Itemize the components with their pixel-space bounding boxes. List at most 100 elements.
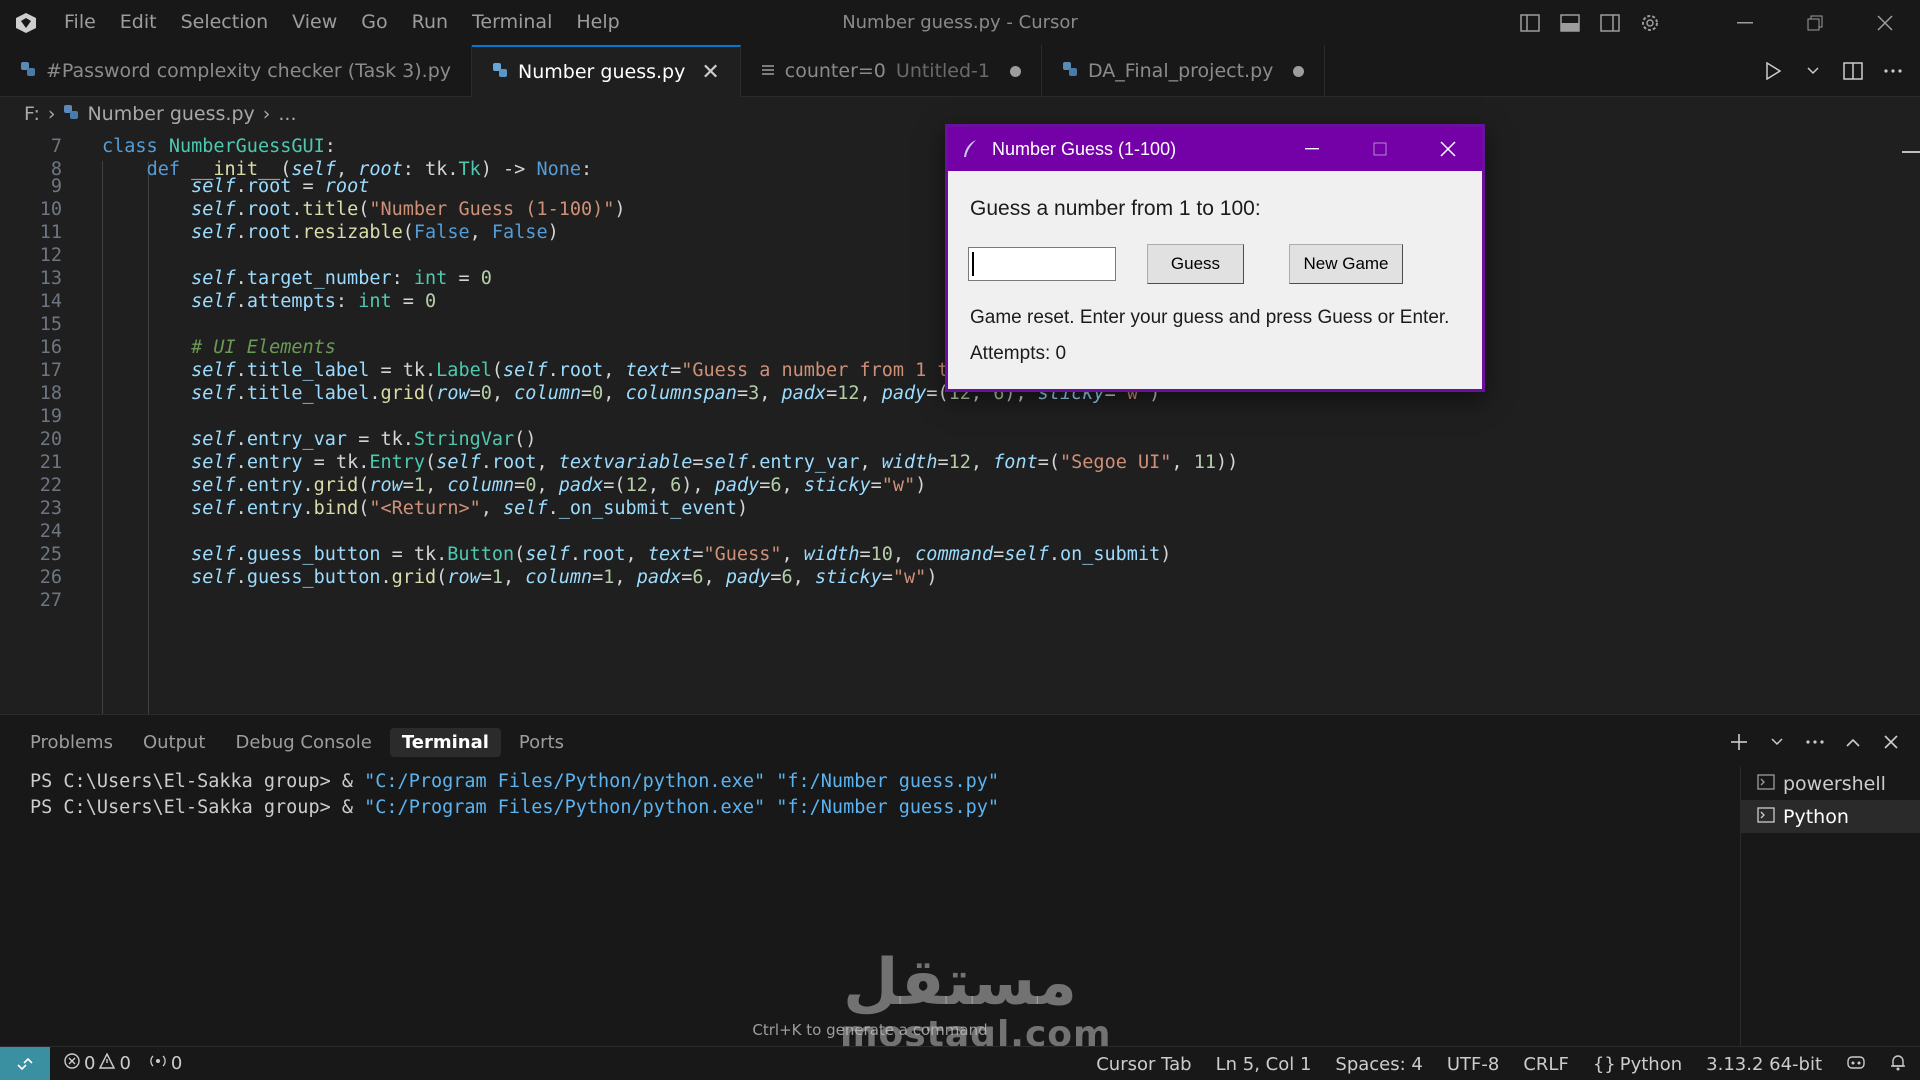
watermark-arabic: مستقل [842,946,1078,1020]
terminal-output[interactable]: PS C:\Users\El-Sakka group> & "C:/Progra… [30,769,1730,821]
toggle-secondary-sidebar-icon[interactable] [1590,0,1630,45]
close-tab-icon[interactable]: ✕ [701,60,719,85]
terminal-line: PS C:\Users\El-Sakka group> & "C:/Progra… [30,771,1000,792]
menu-terminal[interactable]: Terminal [460,0,564,45]
python-icon [492,61,508,83]
number-guess-title: Number Guess (1-100) [992,138,1177,159]
terminal-line: PS C:\Users\El-Sakka group> & "C:/Progra… [30,797,1000,818]
python-icon [1062,60,1078,82]
breadcrumb-drive[interactable]: F: [24,103,40,125]
notifications-bell-icon[interactable] [1890,1053,1906,1076]
tab-ports[interactable]: Ports [507,728,576,757]
menu-selection[interactable]: Selection [169,0,281,45]
tab-da-final-project[interactable]: DA_Final_project.py [1042,45,1326,97]
problems-status[interactable]: 0 0 [64,1052,131,1074]
chevron-right-icon: › [262,103,271,125]
new-game-button[interactable]: New Game [1289,244,1403,284]
editor-tab-bar: #Password complexity checker (Task 3).py… [0,45,1920,97]
cursor-tab-status[interactable]: Cursor Tab [1096,1054,1191,1075]
number-guess-titlebar[interactable]: Number Guess (1-100) [948,127,1482,171]
restore-window-icon[interactable] [1780,0,1850,45]
python-icon [63,103,79,125]
split-editor-icon[interactable] [1836,54,1870,88]
guess-input[interactable] [968,247,1116,281]
tab-password-checker[interactable]: #Password complexity checker (Task 3).py [0,45,473,97]
terminal-item-python[interactable]: Python [1741,800,1920,833]
chevron-down-icon[interactable] [1796,54,1830,88]
panel-actions [1722,715,1908,769]
menu-bar: File Edit Selection View Go Run Terminal… [52,0,632,45]
terminal-item-powershell[interactable]: powershell [1741,767,1920,800]
terminal-icon [1757,773,1775,795]
chevron-right-icon: › [47,103,56,125]
maximize-panel-icon[interactable] [1836,725,1870,759]
tab-sublabel: Untitled-1 [895,60,991,82]
tab-label: DA_Final_project.py [1088,60,1274,82]
encoding-status[interactable]: UTF-8 [1447,1054,1499,1075]
tab-output[interactable]: Output [131,728,218,757]
tk-feather-icon [948,139,992,159]
tab-untitled-1[interactable]: counter=0 Untitled-1 [741,45,1043,97]
minimize-window-icon[interactable] [1710,0,1780,45]
breadcrumb-more[interactable]: ... [278,103,296,125]
tab-number-guess[interactable]: Number guess.py ✕ [472,45,741,97]
menu-view[interactable]: View [280,0,349,45]
cursor-logo-icon[interactable] [0,0,52,45]
close-panel-icon[interactable] [1874,725,1908,759]
breadcrumb-file[interactable]: Number guess.py [87,103,254,125]
interpreter-status[interactable]: 3.13.2 64-bit [1706,1054,1822,1075]
tk-minimize-icon[interactable] [1278,127,1346,171]
guess-button[interactable]: Guess [1147,244,1244,284]
title-actions [1510,0,1920,45]
settings-gear-icon[interactable] [1630,0,1670,45]
braces-icon: {} [1592,1053,1616,1075]
tk-close-icon[interactable] [1414,127,1482,171]
tk-maximize-icon [1346,127,1414,171]
unsaved-dot-icon[interactable] [1010,65,1022,77]
warning-icon [99,1052,116,1074]
ports-status[interactable]: 0 [149,1053,182,1074]
menu-file[interactable]: File [52,0,108,45]
error-count: 0 [84,1053,96,1074]
terminal-list: powershell Python [1740,767,1920,1047]
chevron-down-icon[interactable] [1760,725,1794,759]
menu-run[interactable]: Run [400,0,460,45]
copilot-icon[interactable] [1846,1053,1866,1076]
language-label: Python [1619,1053,1683,1075]
tab-terminal[interactable]: Terminal [389,727,501,757]
tab-label: #Password complexity checker (Task 3).py [46,60,452,82]
text-caret [972,252,974,276]
toggle-panel-icon[interactable] [1550,0,1590,45]
warning-count: 0 [119,1053,131,1074]
language-mode[interactable]: {} Python [1593,1054,1682,1075]
tab-label: counter=0 [784,60,886,82]
menu-help[interactable]: Help [564,0,631,45]
unsaved-dot-icon[interactable] [1293,65,1305,77]
terminal-item-label: powershell [1783,772,1886,795]
tab-problems[interactable]: Problems [18,728,125,757]
tab-debug-console[interactable]: Debug Console [224,728,384,757]
ports-count: 0 [170,1053,183,1074]
menu-go[interactable]: Go [349,0,399,45]
tab-label: Number guess.py [518,61,686,83]
remote-indicator-icon[interactable] [0,1046,50,1080]
close-window-icon[interactable] [1850,0,1920,45]
menu-edit[interactable]: Edit [108,0,169,45]
error-icon [64,1053,80,1074]
more-actions-icon[interactable] [1798,725,1832,759]
run-file-icon[interactable] [1756,54,1790,88]
more-actions-icon[interactable] [1876,54,1910,88]
new-terminal-icon[interactable] [1722,725,1756,759]
list-icon [761,60,775,82]
game-status-label: Game reset. Enter your guess and press G… [970,307,1450,328]
status-bar: 0 0 0 Cursor Tab Ln 5, Col 1 Spaces: 4 U… [0,1046,1920,1080]
number-guess-window: Number Guess (1-100) Guess a number from… [945,124,1485,392]
line-number: 27 [39,590,62,611]
broadcast-icon [149,1053,167,1074]
eol-status[interactable]: CRLF [1523,1054,1568,1075]
code-line: 27 [0,587,1900,615]
toggle-sidebar-icon[interactable] [1510,0,1550,45]
cursor-position[interactable]: Ln 5, Col 1 [1216,1054,1312,1075]
indentation-status[interactable]: Spaces: 4 [1335,1054,1422,1075]
title-bar: File Edit Selection View Go Run Terminal… [0,0,1920,45]
